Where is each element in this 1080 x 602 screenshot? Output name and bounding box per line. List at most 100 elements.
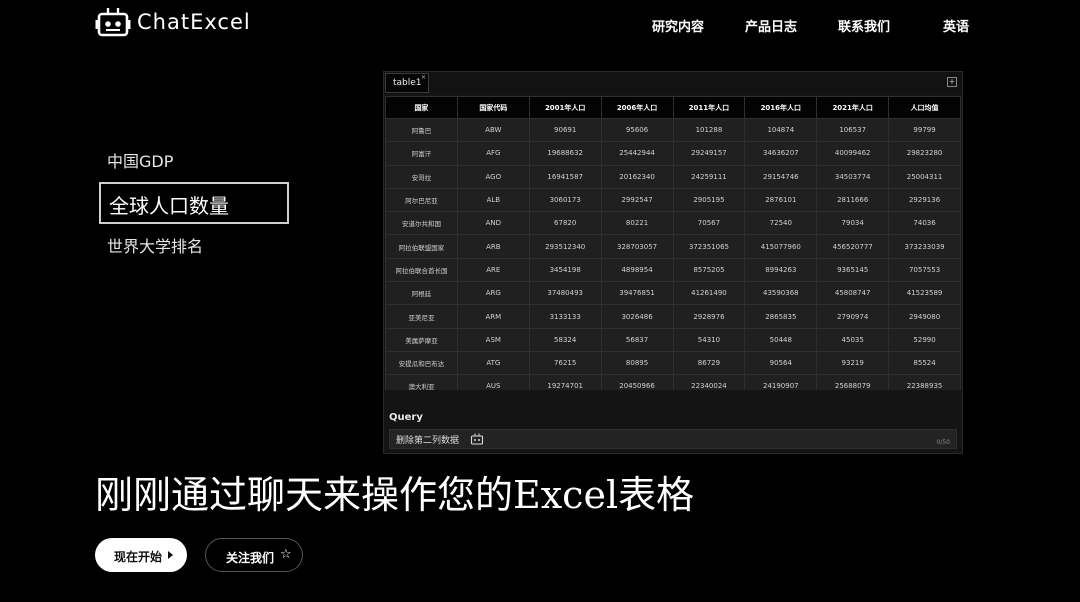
- table-cell[interactable]: 79034: [816, 211, 890, 236]
- column-header[interactable]: 国家代码: [456, 96, 530, 119]
- table-cell[interactable]: 99799: [888, 117, 961, 143]
- column-header[interactable]: 人口均值: [888, 96, 961, 119]
- table-cell[interactable]: 20450966: [600, 374, 674, 390]
- column-header[interactable]: 2006年人口: [600, 96, 674, 119]
- table-cell[interactable]: 16941587: [528, 164, 602, 189]
- table-cell[interactable]: 22340024: [672, 374, 746, 390]
- table-cell[interactable]: 40099462: [816, 141, 890, 166]
- table-cell[interactable]: 39476851: [600, 281, 674, 306]
- table-cell[interactable]: 4898954: [600, 257, 674, 283]
- column-header[interactable]: 国家: [385, 96, 458, 119]
- table-cell[interactable]: 29154746: [744, 164, 818, 189]
- table-cell[interactable]: 106537: [816, 117, 890, 143]
- table-cell[interactable]: 阿拉伯联合酋长国: [385, 257, 458, 283]
- table-cell[interactable]: 25688079: [816, 374, 890, 390]
- table-cell[interactable]: 29823280: [888, 141, 961, 166]
- get-started-button[interactable]: 现在开始: [95, 538, 187, 572]
- table-cell[interactable]: 415077960: [744, 234, 818, 259]
- table-cell[interactable]: 456520777: [816, 234, 890, 259]
- table-cell[interactable]: 20162340: [600, 164, 674, 189]
- table-cell[interactable]: 8994263: [744, 257, 818, 283]
- table-cell[interactable]: 2811666: [816, 187, 890, 213]
- table-cell[interactable]: 74036: [888, 211, 961, 236]
- table-cell[interactable]: 72540: [744, 211, 818, 236]
- table-cell[interactable]: AUS: [456, 374, 530, 390]
- table-cell[interactable]: 24190907: [744, 374, 818, 390]
- table-cell[interactable]: 3026486: [600, 304, 674, 329]
- table-cell[interactable]: 19274701: [528, 374, 602, 390]
- table-cell[interactable]: 22388935: [888, 374, 961, 390]
- table-cell[interactable]: 34636207: [744, 141, 818, 166]
- table-cell[interactable]: 阿尔巴尼亚: [385, 187, 458, 213]
- table-cell[interactable]: 阿富汗: [385, 141, 458, 166]
- table-cell[interactable]: ASM: [456, 327, 530, 352]
- table-cell[interactable]: 阿鲁巴: [385, 117, 458, 143]
- column-header[interactable]: 2001年人口: [528, 96, 602, 119]
- table-cell[interactable]: 41261490: [672, 281, 746, 306]
- table-cell[interactable]: 45035: [816, 327, 890, 352]
- table-cell[interactable]: 45808747: [816, 281, 890, 306]
- table-cell[interactable]: 2928976: [672, 304, 746, 329]
- table-cell[interactable]: 76215: [528, 350, 602, 376]
- table-cell[interactable]: 2905195: [672, 187, 746, 213]
- table-cell[interactable]: 372351065: [672, 234, 746, 259]
- table-cell[interactable]: 80221: [600, 211, 674, 236]
- follow-us-button[interactable]: 关注我们 ☆: [205, 538, 303, 572]
- table-cell[interactable]: 阿拉伯联盟国家: [385, 234, 458, 259]
- table-cell[interactable]: 3133133: [528, 304, 602, 329]
- column-header[interactable]: 2011年人口: [672, 96, 746, 119]
- table-cell[interactable]: AFG: [456, 141, 530, 166]
- table-cell[interactable]: 328703057: [600, 234, 674, 259]
- table-cell[interactable]: 41523589: [888, 281, 961, 306]
- table-cell[interactable]: ARE: [456, 257, 530, 283]
- dataset-item-world-population[interactable]: 全球人口数量: [99, 182, 289, 224]
- close-icon[interactable]: ×: [421, 74, 426, 81]
- table-cell[interactable]: 24259111: [672, 164, 746, 189]
- table-cell[interactable]: 101288: [672, 117, 746, 143]
- table-cell[interactable]: 25004311: [888, 164, 961, 189]
- add-sheet-button[interactable]: +: [947, 77, 957, 87]
- table-cell[interactable]: 50448: [744, 327, 818, 352]
- table-cell[interactable]: 90691: [528, 117, 602, 143]
- table-cell[interactable]: 安道尔共和国: [385, 211, 458, 236]
- table-cell[interactable]: AGO: [456, 164, 530, 189]
- table-cell[interactable]: 58324: [528, 327, 602, 352]
- table-cell[interactable]: 52990: [888, 327, 961, 352]
- query-input[interactable]: 删除第二列数据 0/50: [389, 429, 957, 449]
- table-cell[interactable]: 2876101: [744, 187, 818, 213]
- table-cell[interactable]: 373233039: [888, 234, 961, 259]
- table-cell[interactable]: 7057553: [888, 257, 961, 283]
- nav-contact[interactable]: 联系我们: [838, 16, 890, 35]
- table-cell[interactable]: 56837: [600, 327, 674, 352]
- table-cell[interactable]: 2790974: [816, 304, 890, 329]
- table-cell[interactable]: 25442944: [600, 141, 674, 166]
- table-cell[interactable]: ALB: [456, 187, 530, 213]
- table-cell[interactable]: AND: [456, 211, 530, 236]
- data-grid[interactable]: 国家 国家代码 2001年人口 2006年人口 2011年人口 2016年人口 2021年人…: [385, 96, 961, 390]
- table-cell[interactable]: ATG: [456, 350, 530, 376]
- table-cell[interactable]: 86729: [672, 350, 746, 376]
- table-cell[interactable]: 2865835: [744, 304, 818, 329]
- table-cell[interactable]: 澳大利亚: [385, 374, 458, 390]
- nav-changelog[interactable]: 产品日志: [745, 16, 797, 35]
- table-cell[interactable]: 2949080: [888, 304, 961, 329]
- table-cell[interactable]: 67820: [528, 211, 602, 236]
- table-cell[interactable]: 90564: [744, 350, 818, 376]
- table-cell[interactable]: 亚美尼亚: [385, 304, 458, 329]
- table-cell[interactable]: 2929136: [888, 187, 961, 213]
- table-cell[interactable]: 34503774: [816, 164, 890, 189]
- table-cell[interactable]: 阿根廷: [385, 281, 458, 306]
- table-cell[interactable]: 95606: [600, 117, 674, 143]
- table-cell[interactable]: 3060173: [528, 187, 602, 213]
- table-cell[interactable]: 3454198: [528, 257, 602, 283]
- table-cell[interactable]: 104874: [744, 117, 818, 143]
- table-cell[interactable]: 54310: [672, 327, 746, 352]
- nav-research[interactable]: 研究内容: [652, 16, 704, 35]
- column-header[interactable]: 2016年人口: [744, 96, 818, 119]
- table-cell[interactable]: 2992547: [600, 187, 674, 213]
- table-cell[interactable]: 70567: [672, 211, 746, 236]
- table-cell[interactable]: 19688632: [528, 141, 602, 166]
- column-header[interactable]: 2021年人口: [816, 96, 890, 119]
- table-cell[interactable]: 8575205: [672, 257, 746, 283]
- table-cell[interactable]: 9365145: [816, 257, 890, 283]
